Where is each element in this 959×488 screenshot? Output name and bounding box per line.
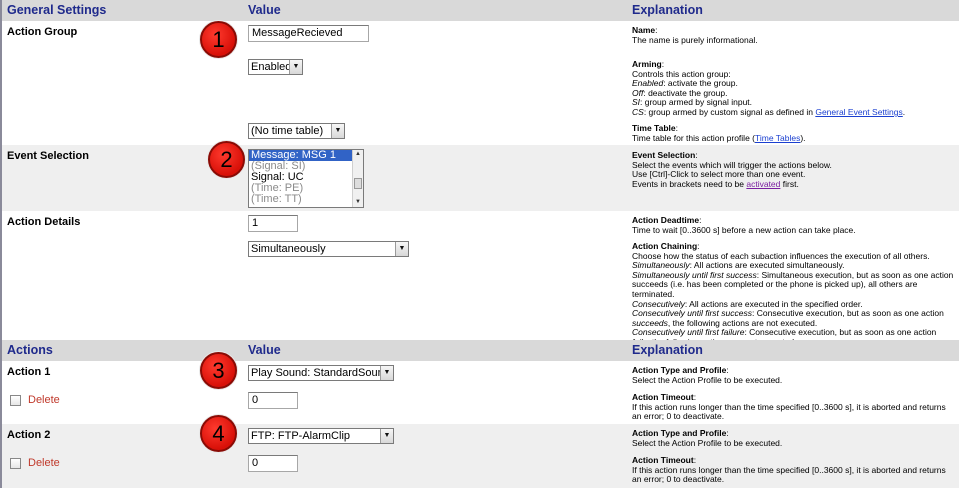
exp-action-2-type: Action Type and Profile: Select the Acti…	[632, 428, 783, 448]
action-2-profile-select[interactable]: FTP: FTP-AlarmClip ▼	[248, 428, 394, 444]
action-1-profile-value: Play Sound: StandardSounds	[251, 367, 394, 379]
settings-page: General Settings Value Explanation Actio…	[0, 0, 959, 488]
action-1-profile-select[interactable]: Play Sound: StandardSounds ▼	[248, 365, 394, 381]
action-2-label: Action 2	[7, 429, 51, 441]
callout-badge-4: 4	[200, 415, 237, 452]
exp-action-1-timeout: Action Timeout: If this action runs long…	[632, 392, 946, 422]
action-2-delete-checkbox[interactable]	[10, 457, 21, 469]
action-chaining-select[interactable]: Simultaneously ▼	[248, 241, 409, 257]
exp-arming: Arming: Controls this action group: Enab…	[632, 59, 906, 117]
exp-event-selection: Event Selection: Select the events which…	[632, 150, 832, 189]
callout-badge-3: 3	[200, 352, 237, 389]
event-selection-label: Event Selection	[7, 150, 89, 162]
chevron-down-icon: ▼	[380, 366, 393, 380]
time-table-select[interactable]: (No time table) ▼	[248, 123, 345, 139]
action-group-name-input[interactable]: MessageRecieved	[248, 25, 369, 42]
event-option[interactable]: (Time: TT)	[249, 194, 363, 205]
event-selection-section: Event Selection Message: MSG 1 (Signal: S…	[2, 145, 959, 211]
action-2-timeout-input[interactable]: 0	[248, 455, 298, 472]
action-2-delete-label: Delete	[28, 457, 60, 469]
action-2-delete[interactable]: Delete	[10, 457, 60, 469]
action-deadtime-input[interactable]: 1	[248, 215, 298, 232]
action-1-label: Action 1	[7, 366, 51, 378]
action-1-delete[interactable]: Delete	[10, 394, 60, 406]
exp-action-2-timeout: Action Timeout: If this action runs long…	[632, 455, 946, 485]
arming-select-value: Enabled	[251, 61, 292, 73]
chevron-down-icon: ▼	[289, 60, 302, 74]
action-group-label: Action Group	[7, 26, 78, 38]
action-2-section: Action 2 Delete FTP: FTP-AlarmClip ▼ 0 A…	[2, 424, 959, 488]
time-tables-link[interactable]: Time Tables	[755, 133, 800, 143]
header-actions-value: Value	[248, 343, 281, 357]
action-details-section: Action Details 1 Simultaneously ▼ Action…	[2, 211, 959, 347]
header-actions-explanation: Explanation	[632, 343, 703, 357]
activated-link[interactable]: activated	[746, 179, 780, 189]
action-1-delete-label: Delete	[28, 394, 60, 406]
chevron-down-icon: ▼	[395, 242, 408, 256]
exp-chaining: Action Chaining: Choose how the status o…	[632, 241, 954, 347]
arming-select[interactable]: Enabled ▼	[248, 59, 303, 75]
exp-time-table: Time Table: Time table for this action p…	[632, 123, 806, 143]
chevron-down-icon: ▼	[380, 429, 393, 443]
exp-action-1-type: Action Type and Profile: Select the Acti…	[632, 365, 783, 385]
exp-name: Name: The name is purely informational.	[632, 25, 758, 45]
scroll-up-icon[interactable]: ▲	[353, 150, 363, 159]
header-actions: Actions	[7, 343, 53, 357]
general-settings-header: General Settings Value Explanation	[2, 0, 959, 21]
general-event-settings-link[interactable]: General Event Settings	[815, 107, 902, 117]
callout-badge-2: 2	[208, 141, 245, 178]
event-selection-listbox[interactable]: Message: MSG 1 (Signal: SI) Signal: UC (Tim…	[248, 149, 364, 208]
action-1-timeout-input[interactable]: 0	[248, 392, 298, 409]
scroll-down-icon[interactable]: ▼	[353, 198, 363, 207]
time-table-select-value: (No time table)	[251, 125, 324, 137]
action-2-profile-value: FTP: FTP-AlarmClip	[251, 430, 350, 442]
scroll-thumb[interactable]	[354, 178, 362, 189]
header-value: Value	[248, 3, 281, 17]
action-1-section: Action 1 Delete Play Sound: StandardSoun…	[2, 361, 959, 424]
event-options: Message: MSG 1 (Signal: SI) Signal: UC (Tim…	[249, 150, 363, 205]
listbox-scrollbar[interactable]: ▲ ▼	[352, 150, 363, 207]
action-group-section: Action Group MessageRecieved Enabled ▼ (…	[2, 21, 959, 145]
chevron-down-icon: ▼	[331, 124, 344, 138]
action-details-label: Action Details	[7, 216, 81, 228]
callout-badge-1: 1	[200, 21, 237, 58]
header-explanation: Explanation	[632, 3, 703, 17]
action-chaining-select-value: Simultaneously	[251, 243, 326, 255]
exp-deadtime: Action Deadtime: Time to wait [0..3600 s…	[632, 215, 856, 235]
action-1-delete-checkbox[interactable]	[10, 394, 21, 406]
actions-header: Actions Value Explanation	[2, 340, 959, 361]
header-general-settings: General Settings	[7, 3, 107, 17]
